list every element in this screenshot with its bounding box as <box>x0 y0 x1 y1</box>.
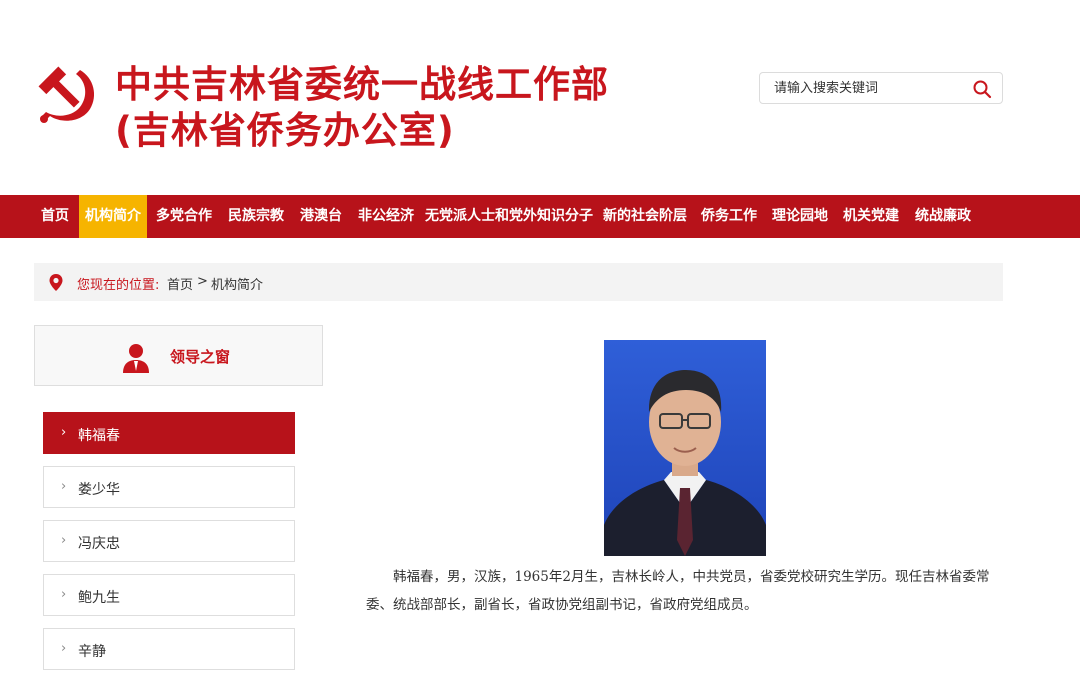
nav-item-hk-macau-taiwan[interactable]: 港澳台 <box>296 195 346 238</box>
leader-portrait <box>604 340 766 556</box>
breadcrumb: 您现在的位置: 首页 > 机构简介 <box>34 263 1003 301</box>
nav-item-party-building[interactable]: 机关党建 <box>839 195 903 238</box>
location-pin-icon <box>49 274 63 291</box>
leader-name: 冯庆忠 <box>78 536 120 552</box>
chevron-right-icon: › <box>61 641 67 656</box>
leader-item[interactable]: › 娄少华 <box>43 466 295 508</box>
search-input[interactable] <box>760 73 965 103</box>
leader-bio: 韩福春，男，汉族，1965年2月生，吉林长岭人，中共党员，省委党校研究生学历。现… <box>366 569 990 613</box>
chevron-right-icon: › <box>61 533 67 548</box>
nav-item-overseas-chinese[interactable]: 侨务工作 <box>697 195 761 238</box>
leader-name: 娄少华 <box>78 482 120 498</box>
chevron-right-icon: › <box>61 425 67 440</box>
breadcrumb-label: 您现在的位置: <box>77 278 160 293</box>
leader-name: 鲍九生 <box>78 590 120 606</box>
sidebar-title: 领导之窗 <box>170 348 231 366</box>
nav-item-home[interactable]: 首页 <box>34 195 76 238</box>
breadcrumb-home-link[interactable]: 首页 <box>167 274 193 293</box>
chevron-right-icon: › <box>61 479 67 494</box>
leader-item[interactable]: › 辛静 <box>43 628 295 670</box>
nav-item-integrity[interactable]: 统战廉政 <box>911 195 975 238</box>
site-header: 中共吉林省委统一战线工作部 (吉林省侨务办公室) <box>0 0 1080 195</box>
nav-item-ethnic-religion[interactable]: 民族宗教 <box>224 195 288 238</box>
search-icon[interactable] <box>972 79 992 99</box>
search-box <box>759 72 1003 104</box>
leader-name: 辛静 <box>78 644 106 660</box>
leader-item[interactable]: › 韩福春 <box>43 412 295 454</box>
hammer-sickle-icon <box>38 66 95 123</box>
leader-item[interactable]: › 鲍九生 <box>43 574 295 616</box>
main-nav: 首页 机构简介 多党合作 民族宗教 港澳台 非公经济 无党派人士和党外知识分子 … <box>0 195 1080 238</box>
site-subtitle: (吉林省侨务办公室) <box>115 109 455 152</box>
nav-item-about[interactable]: 机构简介 <box>79 195 147 238</box>
chevron-right-icon: › <box>61 587 67 602</box>
sidebar-header: 领导之窗 <box>34 325 323 386</box>
person-icon <box>123 344 149 373</box>
leader-item[interactable]: › 冯庆忠 <box>43 520 295 562</box>
nav-item-new-social-strata[interactable]: 新的社会阶层 <box>600 195 690 238</box>
nav-item-nonparty-intellectuals[interactable]: 无党派人士和党外知识分子 <box>425 195 593 238</box>
breadcrumb-current: 机构简介 <box>211 278 264 293</box>
nav-item-theory[interactable]: 理论园地 <box>768 195 832 238</box>
breadcrumb-separator: > <box>197 274 208 289</box>
nav-item-nonpublic-economy[interactable]: 非公经济 <box>354 195 418 238</box>
nav-item-multiparty[interactable]: 多党合作 <box>152 195 216 238</box>
leader-name: 韩福春 <box>78 428 120 444</box>
